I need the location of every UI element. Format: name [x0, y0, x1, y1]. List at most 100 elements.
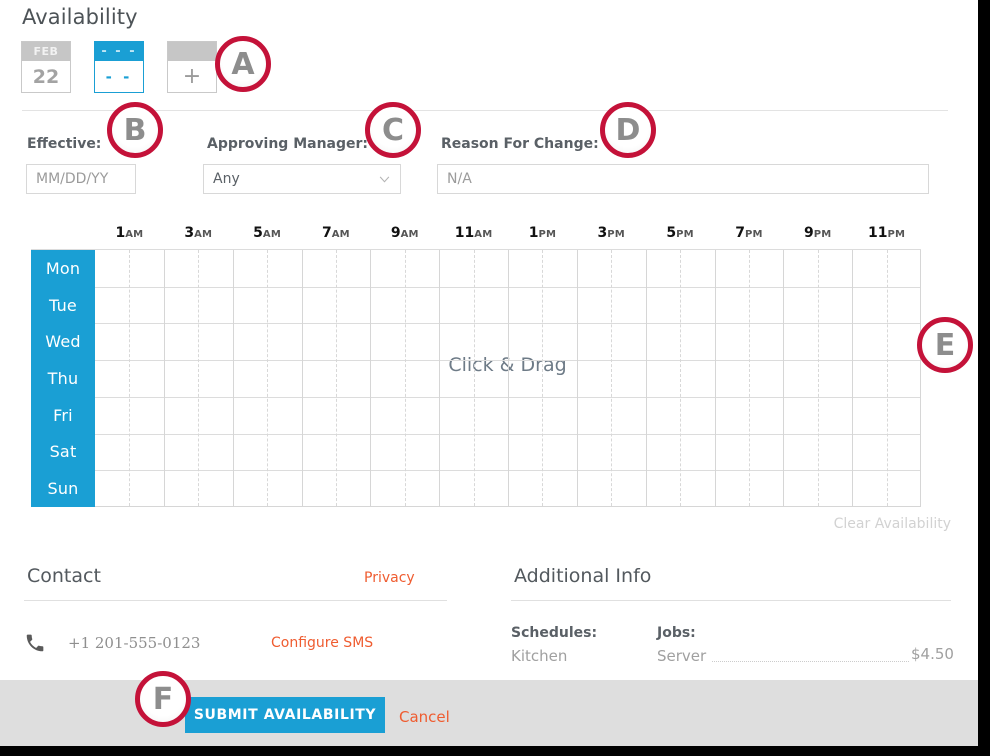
approving-manager-value: Any [213, 171, 240, 187]
grid-half-hour-line [473, 250, 475, 506]
effective-date-input[interactable]: MM/DD/YY [26, 164, 136, 194]
date-tile-add[interactable]: + [167, 41, 217, 93]
hour-number: 11 [454, 225, 475, 241]
hour-number: 1 [115, 225, 126, 241]
grid-hour-line [645, 250, 647, 506]
day-label-column: Mon Tue Wed Thu Fri Sat Sun [31, 250, 95, 507]
hour-label: 11PM [868, 225, 905, 241]
hour-number: 7 [735, 225, 745, 241]
hour-meridiem: PM [607, 229, 625, 240]
grid-half-hour-line [404, 250, 406, 506]
schedules-label: Schedules: [511, 625, 598, 641]
date-tile-month: - - - [95, 42, 143, 61]
hour-label: 11AM [455, 225, 493, 241]
grid-hour-line [232, 250, 234, 506]
hour-meridiem: PM [813, 229, 832, 240]
hour-label: 9PM [804, 225, 831, 241]
day-label-thu[interactable]: Thu [31, 360, 95, 397]
approving-manager-label: Approving Manager: [207, 136, 368, 152]
jobs-label: Jobs: [657, 625, 696, 641]
hour-label: 3AM [184, 225, 212, 241]
hour-meridiem: AM [262, 229, 281, 240]
date-tile-day: - - [105, 67, 133, 86]
date-tile-month: FEB [22, 42, 70, 61]
screenshot-root: Availability FEB 22 - - - - - + Effectiv… [0, 0, 990, 756]
jobs-value: Server [657, 647, 707, 665]
day-label-mon[interactable]: Mon [31, 250, 95, 287]
window-edge-right [978, 0, 990, 756]
hour-number: 11 [867, 225, 888, 241]
hour-label: 1AM [115, 225, 143, 241]
date-tile-feb-22[interactable]: FEB 22 [21, 41, 71, 93]
grid-half-hour-line [611, 250, 613, 506]
grid-hour-line [576, 250, 578, 506]
day-label-sat[interactable]: Sat [31, 434, 95, 471]
chevron-down-icon [379, 176, 390, 183]
annotation-badge-f: F [135, 671, 191, 727]
grid-hour-line [163, 250, 165, 506]
hour-meridiem: PM [538, 229, 557, 240]
hour-label: 3PM [598, 225, 625, 241]
grid-half-hour-line [335, 250, 337, 506]
availability-grid: 1AM 3AM 5AM 7AM 9AM 11AM 1PM 3PM 5PM 7PM 9PM 11PM M… [31, 218, 921, 507]
grid-half-hour-line [542, 250, 544, 506]
date-tile-empty-selected[interactable]: - - - - - [94, 41, 144, 93]
grid-half-hour-line [817, 250, 819, 506]
day-label-fri[interactable]: Fri [31, 397, 95, 434]
window-edge-bottom [0, 746, 990, 756]
additional-info-title: Additional Info [514, 565, 652, 587]
privacy-link[interactable]: Privacy [364, 570, 415, 586]
contact-title: Contact [27, 565, 101, 587]
hour-number: 5 [253, 225, 263, 241]
configure-sms-link[interactable]: Configure SMS [271, 635, 373, 651]
cancel-link[interactable]: Cancel [399, 708, 450, 726]
hour-label: 5AM [253, 225, 281, 241]
annotation-badge-d: D [600, 102, 656, 158]
grid-hour-line [439, 250, 441, 506]
day-label-sun[interactable]: Sun [31, 470, 95, 507]
approving-manager-select[interactable]: Any [203, 164, 401, 194]
reason-for-change-input[interactable]: N/A [437, 164, 929, 194]
grid-hour-header: 1AM 3AM 5AM 7AM 9AM 11AM 1PM 3PM 5PM 7PM 9PM 11PM [31, 218, 921, 250]
grid-hour-line [508, 250, 509, 506]
date-tile-day: 22 [32, 65, 60, 88]
hour-label: 1PM [529, 225, 556, 241]
hour-number: 3 [184, 225, 195, 241]
submit-availability-button[interactable]: SUBMIT AVAILABILITY [185, 697, 385, 733]
grid-hour-line [301, 250, 303, 506]
phone-number: +1 201-555-0123 [68, 634, 201, 652]
hour-meridiem: AM [474, 229, 493, 240]
grid-half-hour-line [680, 250, 682, 506]
hour-label: 9AM [391, 225, 419, 241]
phone-icon [26, 634, 44, 652]
grid-half-hour-line [267, 250, 269, 506]
grid-hour-line [714, 250, 716, 506]
plus-icon: + [182, 64, 202, 89]
grid-body: MonTueWedThuFriSatSun Click & Drag [31, 250, 921, 507]
grid-cells[interactable]: Click & Drag [95, 250, 921, 507]
clear-availability-link[interactable]: Clear Availability [834, 516, 951, 532]
grid-hour-line [783, 250, 785, 506]
annotation-badge-e: E [917, 317, 973, 373]
header-divider [22, 110, 948, 111]
page-title: Availability [22, 5, 138, 29]
hour-number: 7 [321, 225, 332, 241]
jobs-leader-dots [712, 660, 909, 662]
hour-meridiem: AM [125, 229, 144, 240]
day-label-tue[interactable]: Tue [31, 287, 95, 324]
annotation-badge-c: C [365, 102, 421, 158]
grid-half-hour-line [129, 250, 131, 506]
hour-number: 9 [804, 225, 814, 241]
schedules-value: Kitchen [511, 647, 568, 665]
grid-half-hour-line [748, 250, 750, 506]
grid-half-hour-line [886, 250, 888, 506]
grid-hour-line [852, 250, 854, 506]
hour-meridiem: PM [676, 229, 694, 240]
day-label-wed[interactable]: Wed [31, 323, 95, 360]
hour-number: 9 [390, 225, 401, 241]
date-tile-month [168, 42, 216, 61]
hour-meridiem: PM [887, 229, 906, 240]
hour-meridiem: AM [331, 229, 350, 240]
hour-meridiem: PM [744, 229, 763, 240]
hour-label: 7AM [322, 225, 350, 241]
